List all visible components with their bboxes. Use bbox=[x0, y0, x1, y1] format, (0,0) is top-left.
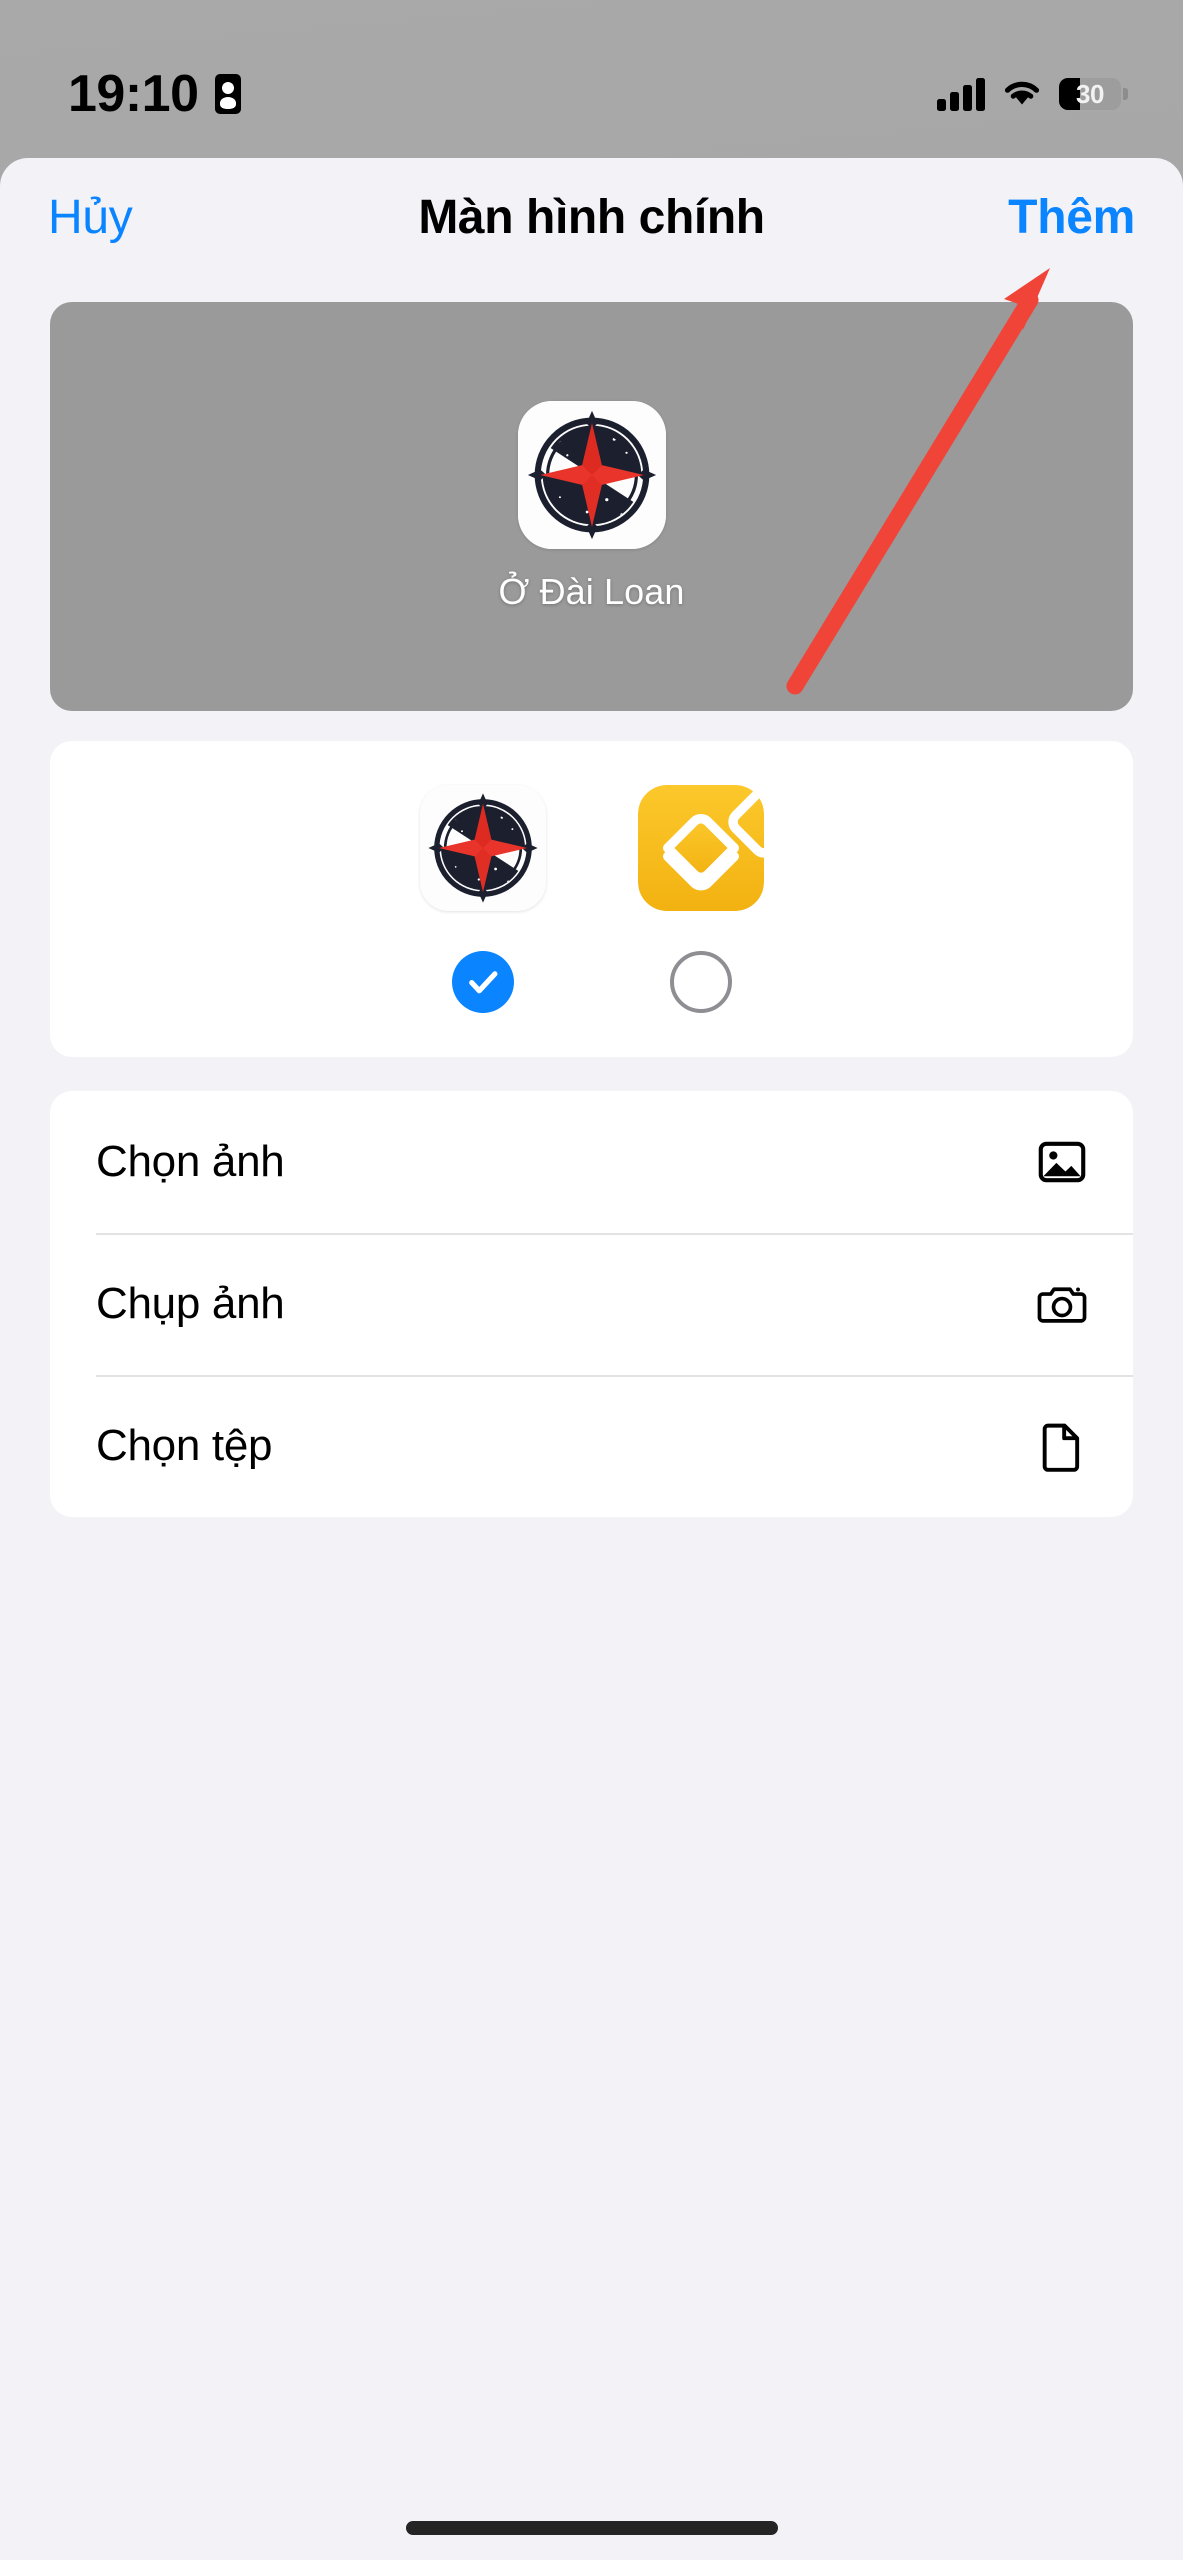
screen-record-icon bbox=[214, 74, 241, 114]
option-label: Chọn tệp bbox=[96, 1421, 273, 1470]
home-indicator bbox=[405, 2521, 778, 2535]
compass-app-icon bbox=[517, 400, 666, 549]
cancel-button[interactable]: Hủy bbox=[48, 190, 133, 245]
document-icon bbox=[1035, 1419, 1089, 1473]
camera-icon bbox=[1035, 1277, 1089, 1331]
status-bar-clock: 19:10 bbox=[68, 65, 199, 123]
home-screen-preview-card: Ở Đài Loan bbox=[50, 302, 1133, 711]
photo-icon bbox=[1035, 1135, 1089, 1189]
status-bar-left: 19:10 bbox=[68, 68, 241, 120]
option-choose-file[interactable]: Chọn tệp bbox=[50, 1375, 1133, 1517]
icon-option-layers-radio[interactable] bbox=[669, 951, 732, 1013]
checkmark-icon bbox=[468, 971, 497, 994]
status-bar: 19:10 30 bbox=[0, 0, 1183, 158]
layers-stack-icon bbox=[637, 785, 764, 911]
wifi-icon bbox=[1001, 76, 1043, 113]
battery-icon: 30 bbox=[1059, 78, 1121, 110]
option-choose-photo[interactable]: Chọn ảnh bbox=[50, 1091, 1133, 1233]
preview-app-label: Ở Đài Loan bbox=[498, 570, 685, 612]
battery-percent-label: 30 bbox=[1076, 78, 1104, 109]
icon-option-compass-radio[interactable] bbox=[451, 951, 514, 1013]
icon-chooser-card bbox=[50, 741, 1133, 1057]
add-button[interactable]: Thêm bbox=[1008, 190, 1135, 245]
status-bar-right: 30 bbox=[937, 76, 1121, 113]
page-title: Màn hình chính bbox=[418, 190, 765, 244]
sheet-navigation-bar: Hủy Màn hình chính Thêm bbox=[0, 158, 1183, 276]
compass-app-icon bbox=[419, 785, 546, 911]
option-label: Chụp ảnh bbox=[96, 1279, 285, 1328]
icon-option-compass[interactable] bbox=[419, 785, 546, 1013]
cellular-signal-icon bbox=[937, 77, 985, 111]
option-take-photo[interactable]: Chụp ảnh bbox=[50, 1233, 1133, 1375]
icon-option-layers[interactable] bbox=[637, 785, 764, 1013]
add-to-home-screen-sheet: Hủy Màn hình chính Thêm Ở Đài Loan Chọn … bbox=[0, 158, 1183, 2560]
image-source-options-card: Chọn ảnh Chụp ảnh Chọn tệp bbox=[50, 1091, 1133, 1517]
option-label: Chọn ảnh bbox=[96, 1137, 285, 1186]
